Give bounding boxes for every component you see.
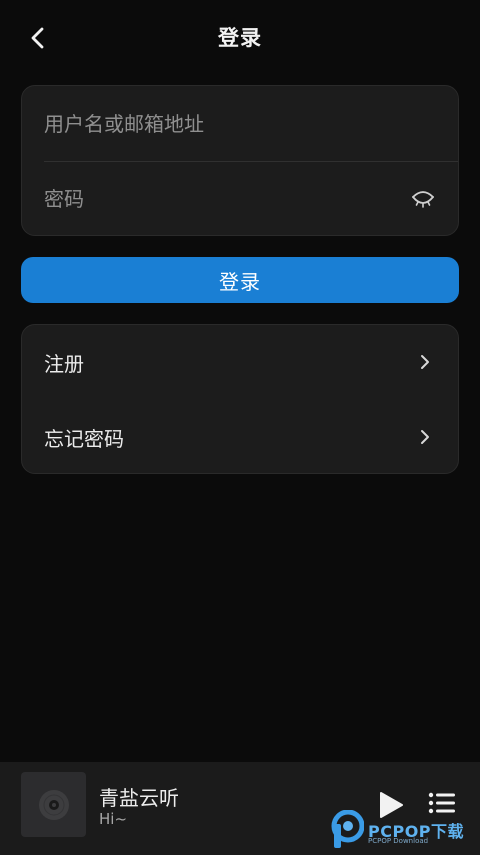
- account-menu-card: 注册 忘记密码: [21, 324, 459, 474]
- login-form-card: [21, 85, 459, 236]
- watermark-subtext: PCPOP Download: [368, 837, 429, 845]
- password-field: [22, 161, 458, 235]
- page-title: 登录: [218, 26, 262, 50]
- menu-item-label: 忘记密码: [44, 427, 124, 451]
- chevron-right-icon: [418, 353, 432, 371]
- menu-item-forgot-password[interactable]: 忘记密码: [22, 400, 458, 473]
- password-input[interactable]: [44, 178, 374, 219]
- login-button[interactable]: 登录: [21, 257, 459, 303]
- watermark: PCPOP下载 PCPOP Download: [330, 810, 480, 855]
- vinyl-disc-icon: [38, 789, 69, 820]
- username-input[interactable]: [44, 103, 374, 144]
- song-subtitle: Hi~: [99, 810, 128, 828]
- pcpop-logo-icon: [331, 810, 364, 848]
- password-visibility-toggle[interactable]: [408, 185, 438, 215]
- menu-item-register[interactable]: 注册: [22, 325, 458, 400]
- eye-closed-icon: [412, 191, 434, 208]
- chevron-right-icon: [418, 428, 432, 446]
- username-field: [22, 86, 458, 161]
- menu-item-label: 注册: [44, 352, 84, 376]
- header: 登录: [0, 0, 480, 76]
- album-cover[interactable]: [21, 772, 86, 837]
- song-title: 青盐云听: [99, 786, 179, 810]
- app-root: 登录 登录 注册: [0, 0, 480, 855]
